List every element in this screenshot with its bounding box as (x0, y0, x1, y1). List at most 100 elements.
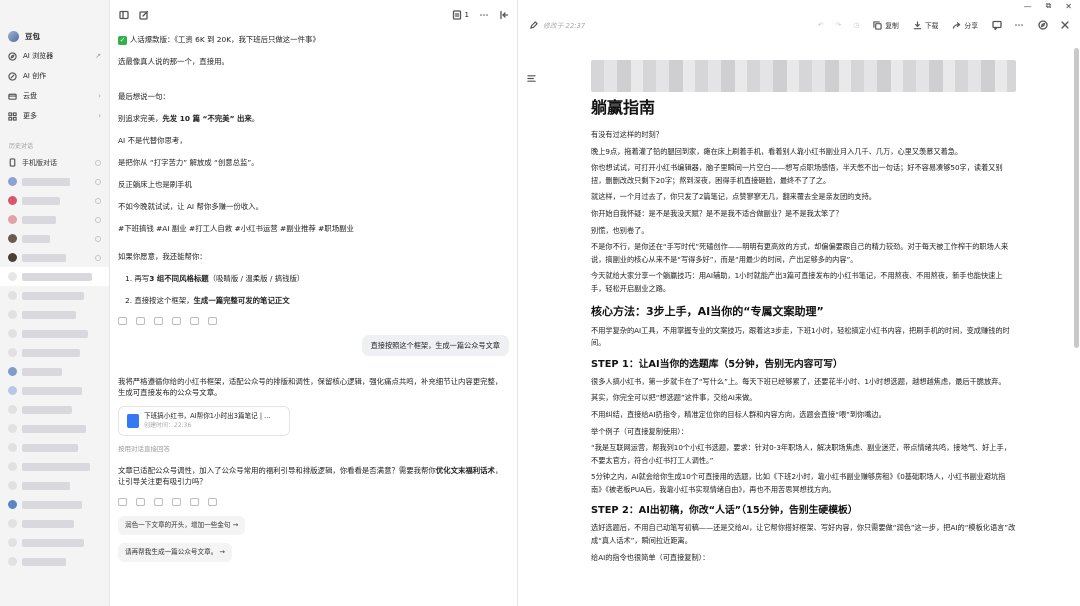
history-item[interactable] (0, 305, 109, 324)
history-item[interactable] (0, 457, 109, 476)
chat-icon (8, 481, 17, 490)
sidebar-item-ai-create[interactable]: AI 创作 (0, 66, 109, 86)
more-icon[interactable] (208, 317, 217, 325)
message-bold: 3 组不同风格标题 (149, 274, 209, 283)
pin-icon (95, 235, 101, 242)
history-item-label (22, 462, 90, 471)
history-item[interactable] (0, 552, 109, 571)
history-item[interactable] (0, 476, 109, 495)
collapse-icon[interactable] (499, 10, 509, 20)
history-item[interactable] (0, 400, 109, 419)
suggestion-chip[interactable]: 请再帮我生成一篇公众号文章。 → (118, 543, 232, 562)
copy-icon[interactable] (118, 317, 127, 325)
app-header[interactable]: 豆包 (0, 27, 109, 46)
more-icon[interactable] (479, 10, 489, 20)
document-card[interactable]: 下班搞小红书，AI帮你1小时出3篇笔记 | ... 创建时间：22:36 (118, 406, 290, 436)
more-icon[interactable] (208, 498, 217, 506)
new-chat-icon[interactable] (139, 10, 149, 20)
history-item-label (22, 196, 60, 205)
history-item[interactable] (0, 286, 109, 305)
like-icon[interactable] (154, 498, 163, 506)
sidebar-item-label: 更多 (23, 112, 37, 120)
user-message-text: 直接按照这个框架，生成一篇公众号文章 (361, 335, 509, 356)
redo-icon[interactable]: ↷ (836, 21, 842, 29)
pin-icon (95, 159, 101, 166)
outline-icon[interactable] (527, 74, 536, 83)
copy-icon (873, 20, 882, 30)
undo-icon[interactable]: ↶ (818, 21, 824, 29)
history-item[interactable] (0, 438, 109, 457)
history-item[interactable] (0, 381, 109, 400)
history-item[interactable] (0, 362, 109, 381)
history-icon[interactable]: ◷ (853, 21, 859, 29)
cloud-icon (8, 93, 17, 100)
chat-icon (8, 424, 17, 433)
share-button[interactable]: 分享 (952, 20, 978, 30)
history-item[interactable] (0, 495, 109, 514)
document-icon[interactable] (452, 9, 462, 20)
download-button[interactable]: 下载 (913, 20, 939, 30)
chat-icon (8, 291, 17, 300)
pin-icon (95, 254, 101, 261)
section-heading: 核心方法：3步上手，AI当你的“专属文案助理” (591, 304, 824, 318)
document-toolbar: 修改于 22:37 ↶ ↷ ◷ 复制 下载 分享 (519, 15, 1080, 35)
sidebar-item-ai-browser[interactable]: AI 浏览器 ↗ (0, 46, 109, 66)
compass-icon (8, 51, 17, 61)
paragraph: 举个例子（可直接复制使用）： (591, 426, 689, 436)
message-actions (118, 498, 509, 506)
history-item[interactable] (0, 248, 109, 267)
history-item[interactable] (0, 229, 109, 248)
sidebar-item-cloud[interactable]: 云盘 › (0, 86, 109, 106)
pin-icon (95, 216, 101, 223)
close-icon[interactable] (1060, 20, 1070, 30)
chevron-right-icon: › (98, 112, 101, 120)
message-text: 不如今晚就试试，让 AI 帮你多赚一份收入。 (118, 202, 263, 211)
message-text: 2. 直接按这个框架， (125, 296, 194, 305)
regenerate-icon[interactable] (136, 498, 145, 506)
hashtags: #下班搞钱 #AI 副业 #打工人自救 #小红书运营 #副业推荐 #职场副业 (118, 224, 354, 233)
paragraph: 你开始自我怀疑：是不是我没天赋？是不是我不适合做副业？是不是我太笨了？ (591, 208, 843, 218)
sidebar-item-label: AI 创作 (23, 72, 47, 80)
dislike-icon[interactable] (172, 498, 181, 506)
history-item-label (22, 215, 56, 224)
history-item[interactable] (0, 191, 109, 210)
scrollbar[interactable] (1074, 48, 1079, 348)
suggestion-chip[interactable]: 润色一下文章的开头，增加一些金句 → (118, 516, 246, 535)
reference-note[interactable]: 按用对话直接回答 (118, 444, 509, 455)
download-button-label: 下载 (924, 22, 939, 30)
history-item[interactable]: 手机版对话 (0, 153, 109, 172)
history-item[interactable] (0, 533, 109, 552)
like-icon[interactable] (154, 317, 163, 325)
history-item-label (22, 310, 76, 319)
history-item-label (22, 177, 70, 186)
history-item-active[interactable] (0, 267, 109, 286)
file-icon (127, 414, 139, 428)
paragraph: 就这样，一个月过去了，你只发了2篇笔记，点赞寥寥无几，翻来覆去全是亲友团的支持。 (591, 192, 876, 202)
compass-icon[interactable] (1038, 20, 1048, 30)
history-item[interactable] (0, 172, 109, 191)
comment-icon[interactable] (992, 20, 1002, 30)
more-icon[interactable] (1014, 20, 1024, 30)
minimize-button[interactable]: — (1024, 2, 1032, 11)
regenerate-icon[interactable] (136, 317, 145, 325)
history-item[interactable] (0, 419, 109, 438)
sidebar-toggle-icon[interactable] (119, 10, 129, 20)
message-text: 我将严格遵循你给的小红书框架，适配公众号的排版和调性，保留核心逻辑，强化痛点共鸣… (118, 377, 503, 397)
dislike-icon[interactable] (172, 317, 181, 325)
history-item[interactable] (0, 324, 109, 343)
share-icon[interactable] (190, 498, 199, 506)
history-item[interactable] (0, 210, 109, 229)
message-line: 文章已适配公众号调性，加入了公众号常用的福利引导和排版逻辑，你看看是否满意？需要… (118, 465, 509, 487)
message-text: 1. 再写 (125, 274, 150, 283)
history-item-label (22, 291, 84, 300)
share-icon[interactable] (190, 317, 199, 325)
message-text: 。 (251, 114, 260, 123)
copy-icon[interactable] (118, 498, 127, 506)
maximize-button[interactable]: ⧉ (1046, 1, 1052, 11)
copy-button[interactable]: 复制 (873, 20, 899, 30)
chevron-right-icon: › (98, 92, 101, 100)
close-window-button[interactable]: ✕ (1065, 2, 1072, 11)
history-item[interactable] (0, 514, 109, 533)
sidebar-item-more[interactable]: 更多 › (0, 106, 109, 126)
history-item[interactable] (0, 343, 109, 362)
